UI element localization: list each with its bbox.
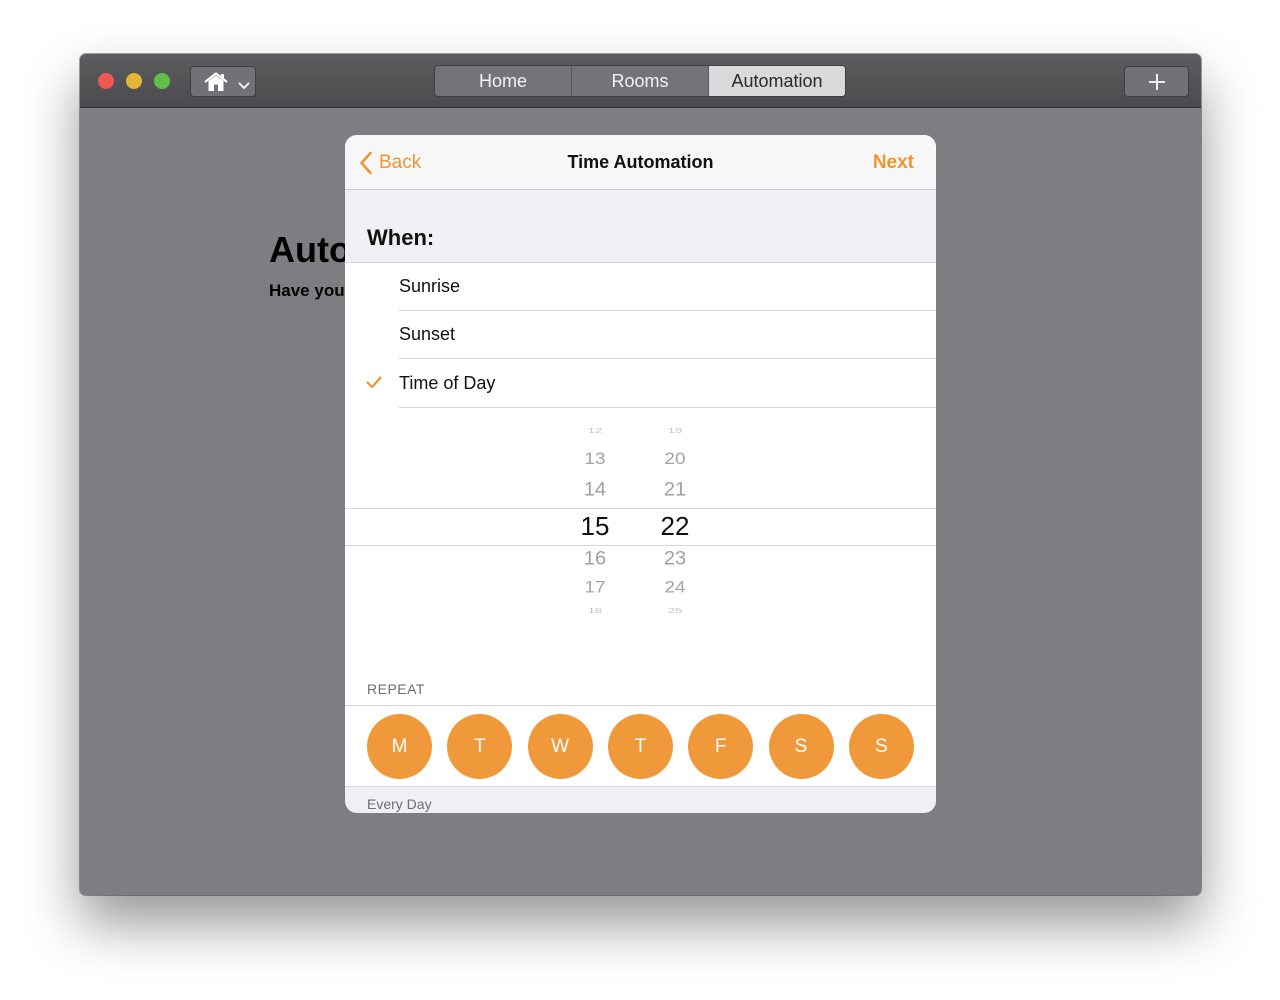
minute-option[interactable]: 25 (645, 606, 705, 614)
page-subtitle: Have you (269, 281, 345, 300)
minimize-window-button[interactable] (126, 73, 142, 89)
next-button[interactable]: Next (873, 152, 914, 174)
zoom-window-button[interactable] (154, 73, 170, 89)
hour-option[interactable]: 17 (565, 579, 625, 598)
repeat-summary: Every Day (367, 796, 432, 812)
repeat-days: MTWTFSS (345, 705, 936, 787)
hour-option[interactable]: 18 (565, 606, 625, 614)
day-toggle-button[interactable]: M (367, 714, 432, 779)
option-sunrise[interactable]: Sunrise (345, 263, 936, 311)
option-label: Time of Day (399, 373, 496, 393)
sheet-nav-bar: Back Time Automation Next (345, 135, 936, 190)
when-header: When: (367, 225, 435, 250)
tab-home[interactable]: Home (435, 66, 572, 96)
day-toggle-button[interactable]: T (447, 714, 513, 779)
minute-option[interactable]: 24 (645, 579, 705, 598)
plus-icon (1149, 74, 1165, 90)
minute-option[interactable]: 21 (645, 480, 705, 502)
minute-option[interactable]: 22 (645, 511, 705, 542)
day-toggle-button[interactable]: S (848, 714, 914, 779)
day-toggle-button[interactable]: T (607, 714, 673, 779)
house-icon (203, 72, 229, 97)
hour-option[interactable]: 12 (565, 426, 625, 434)
hour-option[interactable]: 16 (565, 549, 625, 571)
repeat-header: REPEAT (367, 681, 425, 697)
minute-option[interactable]: 19 (645, 426, 705, 434)
view-segmented-control: Home Rooms Automation (434, 65, 846, 97)
tab-automation[interactable]: Automation (709, 66, 845, 96)
hour-option[interactable]: 15 (565, 511, 625, 542)
home-menu-button[interactable] (190, 66, 256, 97)
page-title: Auto (269, 229, 351, 270)
trigger-options: Sunrise Sunset Time of Day 12 13 14 15 16 17 1… (345, 262, 936, 780)
time-automation-sheet: Back Time Automation Next When: Sunrise … (345, 135, 936, 813)
tab-rooms[interactable]: Rooms (572, 66, 709, 96)
chevron-down-icon (238, 77, 250, 95)
divider (399, 358, 936, 359)
hour-option[interactable]: 13 (565, 451, 625, 470)
day-toggle-button[interactable]: F (688, 714, 754, 779)
title-bar: Home Rooms Automation (80, 54, 1201, 108)
add-button[interactable] (1124, 66, 1189, 97)
option-label: Sunrise (399, 276, 461, 296)
minute-option[interactable]: 23 (645, 549, 705, 571)
day-toggle-button[interactable]: W (527, 714, 593, 779)
close-window-button[interactable] (98, 73, 114, 89)
day-toggle-button[interactable]: S (768, 714, 834, 779)
option-sunset[interactable]: Sunset (345, 311, 936, 359)
minute-option[interactable]: 20 (645, 451, 705, 470)
hour-option[interactable]: 14 (565, 480, 625, 502)
sheet-title: Time Automation (567, 152, 714, 172)
option-time-of-day[interactable]: Time of Day (345, 360, 936, 408)
checkmark-icon (366, 376, 382, 394)
picker-selection-band (345, 508, 936, 546)
divider (399, 407, 936, 408)
option-label: Sunset (399, 324, 456, 344)
